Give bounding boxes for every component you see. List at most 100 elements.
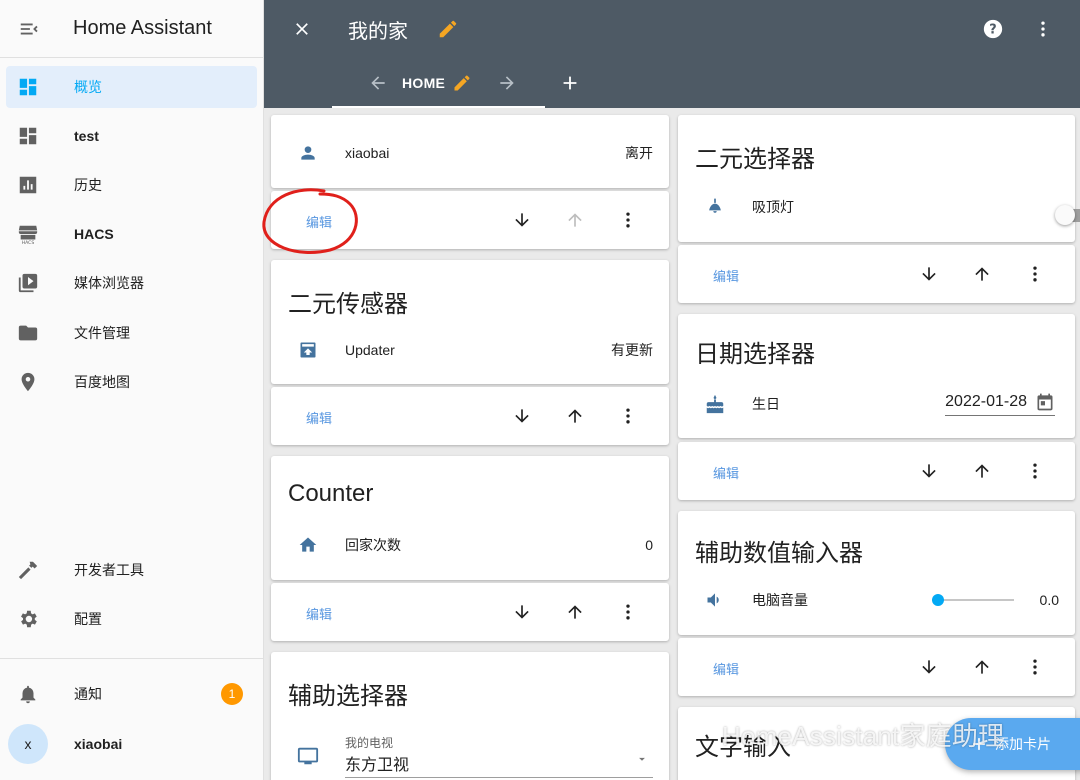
- sidebar-item-overview[interactable]: 概览: [6, 66, 257, 108]
- arrow-up-icon: [568, 605, 582, 619]
- card-options-button[interactable]: [1023, 262, 1047, 286]
- sidebar-item-label: 开发者工具: [74, 562, 144, 578]
- move-tab-left-button[interactable]: [366, 71, 390, 95]
- dots-vertical-icon: [1033, 463, 1037, 479]
- tv-channel-dropdown[interactable]: 我的电视 东方卫视: [345, 734, 653, 778]
- arrow-down-icon: [515, 213, 529, 227]
- help-button[interactable]: ?: [981, 17, 1005, 41]
- watermark: HomeAssistant家庭助理: [722, 721, 1005, 751]
- card-title: 辅助数值输入器: [695, 540, 863, 567]
- package-up-icon: [271, 340, 345, 360]
- sidebar-item-label: 历史: [74, 177, 102, 193]
- input-datetime-card: 日期选择器 生日 2022-01-28: [678, 314, 1075, 438]
- edit-card-button[interactable]: 编辑: [713, 659, 739, 678]
- entity-state: 0: [645, 537, 653, 553]
- plus-icon: [563, 76, 577, 90]
- close-button[interactable]: [290, 17, 314, 41]
- move-tab-right-button[interactable]: [495, 71, 519, 95]
- card-options-button[interactable]: [616, 404, 640, 428]
- sidebar-item-test[interactable]: test: [6, 115, 257, 157]
- edit-card-button[interactable]: 编辑: [306, 408, 332, 427]
- edit-card-button[interactable]: 编辑: [306, 604, 332, 623]
- input-boolean-card: 二元选择器 吸顶灯: [678, 115, 1080, 242]
- date-value: 2022-01-28: [945, 393, 1027, 410]
- dashboard-title: 我的家: [348, 21, 408, 43]
- move-down-button[interactable]: [510, 600, 534, 624]
- card-options-button[interactable]: [616, 600, 640, 624]
- entity-name: 生日: [752, 396, 780, 412]
- select-value: 东方卫视: [345, 757, 410, 774]
- card-options-button[interactable]: [1023, 459, 1047, 483]
- edit-tab-button[interactable]: [450, 71, 474, 95]
- tab-label: HOME: [402, 75, 446, 91]
- move-up-button[interactable]: [970, 655, 994, 679]
- home-icon: [271, 535, 345, 555]
- menu-collapse-button[interactable]: [0, 18, 58, 40]
- sidebar-item-file-manager[interactable]: 文件管理: [6, 312, 257, 354]
- card-options-button[interactable]: [1023, 655, 1047, 679]
- move-up-button[interactable]: [563, 600, 587, 624]
- annotation-circle: [262, 188, 358, 254]
- card-edit-controls: 编辑: [678, 442, 1075, 500]
- tab-home[interactable]: HOME: [332, 58, 545, 108]
- overflow-menu-button[interactable]: [1031, 17, 1055, 41]
- help-circle-icon: ?: [983, 19, 1003, 39]
- pc-volume-slider[interactable]: [931, 592, 1014, 608]
- sidebar-item-baidu-map[interactable]: 百度地图: [6, 361, 257, 403]
- play-box-multiple-icon: [6, 272, 50, 294]
- card-options-button[interactable]: [616, 208, 640, 232]
- dots-vertical-icon: [1041, 21, 1045, 37]
- sidebar-item-settings[interactable]: 配置: [6, 598, 257, 640]
- arrow-down-icon: [515, 605, 529, 619]
- card-edit-controls: 编辑: [271, 583, 669, 641]
- move-down-button[interactable]: [510, 208, 534, 232]
- sidebar-item-media-browser[interactable]: 媒体浏览器: [6, 262, 257, 304]
- entity-row-tv-select[interactable]: 我的电视 东方卫视: [271, 734, 669, 778]
- entity-name: 吸顶灯: [752, 199, 794, 215]
- sidebar-item-user[interactable]: x xiaobai: [6, 723, 257, 765]
- input-number-card: 辅助数值输入器 电脑音量 0.0: [678, 511, 1075, 635]
- move-down-button[interactable]: [917, 655, 941, 679]
- entity-row-ceiling-light[interactable]: 吸顶灯: [678, 187, 1080, 227]
- card-title: 日期选择器: [695, 341, 815, 368]
- move-up-button[interactable]: [563, 404, 587, 428]
- entity-row-pc-volume[interactable]: 电脑音量 0.0: [678, 580, 1075, 620]
- edit-title-button[interactable]: [436, 17, 460, 41]
- svg-text:HACS: HACS: [22, 240, 35, 245]
- sidebar-item-label: 概览: [74, 79, 102, 95]
- map-marker-icon: [6, 371, 50, 393]
- entity-row-person[interactable]: xiaobai 离开: [271, 133, 669, 173]
- edit-card-button[interactable]: 编辑: [713, 266, 739, 285]
- move-up-button[interactable]: [563, 208, 587, 232]
- card-title: 二元传感器: [288, 291, 408, 318]
- entity-row-birthday[interactable]: 生日 2022-01-28: [678, 384, 1075, 424]
- sidebar-item-label: 百度地图: [74, 374, 130, 390]
- svg-text:?: ?: [989, 23, 996, 38]
- app-title: Home Assistant: [73, 17, 212, 39]
- entity-name: 回家次数: [345, 537, 401, 553]
- bell-icon: [6, 683, 50, 705]
- sidebar-item-history[interactable]: 历史: [6, 164, 257, 206]
- sidebar-item-notifications[interactable]: 通知 1: [6, 673, 257, 715]
- birthday-date-input[interactable]: 2022-01-28: [945, 392, 1055, 416]
- sidebar-item-hacs[interactable]: HACS HACS: [6, 213, 257, 255]
- sidebar-header: Home Assistant: [0, 0, 263, 58]
- move-down-button[interactable]: [917, 459, 941, 483]
- view-dashboard-icon: [6, 125, 50, 147]
- move-up-button[interactable]: [970, 459, 994, 483]
- arrow-up-icon: [568, 213, 582, 227]
- dots-vertical-icon: [626, 408, 630, 424]
- slider-thumb[interactable]: [931, 594, 944, 606]
- entity-name: Updater: [345, 342, 395, 358]
- person-card: xiaobai 离开: [271, 115, 669, 188]
- entity-row-counter[interactable]: 回家次数 0: [271, 525, 669, 565]
- add-tab-button[interactable]: [558, 71, 582, 95]
- move-down-button[interactable]: [917, 262, 941, 286]
- entity-row-updater[interactable]: Updater 有更新: [271, 330, 669, 370]
- counter-card: Counter 回家次数 0: [271, 456, 669, 580]
- move-down-button[interactable]: [510, 404, 534, 428]
- sidebar-item-developer-tools[interactable]: 开发者工具: [6, 549, 257, 591]
- edit-card-button[interactable]: 编辑: [713, 463, 739, 482]
- arrow-up-icon: [975, 464, 989, 478]
- move-up-button[interactable]: [970, 262, 994, 286]
